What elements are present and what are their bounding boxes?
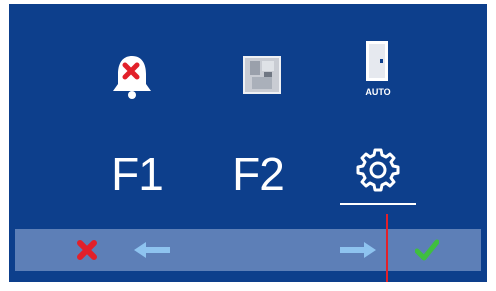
right-arrow-button[interactable] — [333, 229, 383, 271]
auto-label: AUTO — [365, 87, 391, 97]
selection-underline — [340, 203, 416, 205]
bell-mute-button[interactable] — [97, 42, 167, 112]
arrow-right-icon — [340, 242, 376, 258]
check-icon — [415, 239, 439, 261]
arrow-left-icon — [134, 242, 170, 258]
auto-door-button[interactable]: AUTO — [343, 34, 413, 104]
screen: AUTO F1 F2 — [0, 0, 496, 291]
cancel-button[interactable] — [67, 229, 107, 271]
f2-button[interactable]: F2 — [218, 148, 298, 200]
bottom-navigation-bar — [15, 229, 481, 271]
f1-button[interactable]: F1 — [97, 148, 177, 200]
door-panel-button[interactable] — [227, 40, 297, 110]
auto-door-icon — [366, 41, 388, 81]
gear-icon — [356, 148, 400, 192]
bell-mute-icon — [113, 56, 151, 99]
close-icon — [77, 240, 97, 260]
settings-button[interactable] — [343, 134, 413, 204]
main-panel: AUTO F1 F2 — [9, 4, 487, 282]
door-panel-icon — [243, 56, 281, 94]
confirm-button[interactable] — [407, 229, 447, 271]
left-arrow-button[interactable] — [127, 229, 177, 271]
red-marker-line — [386, 214, 388, 282]
